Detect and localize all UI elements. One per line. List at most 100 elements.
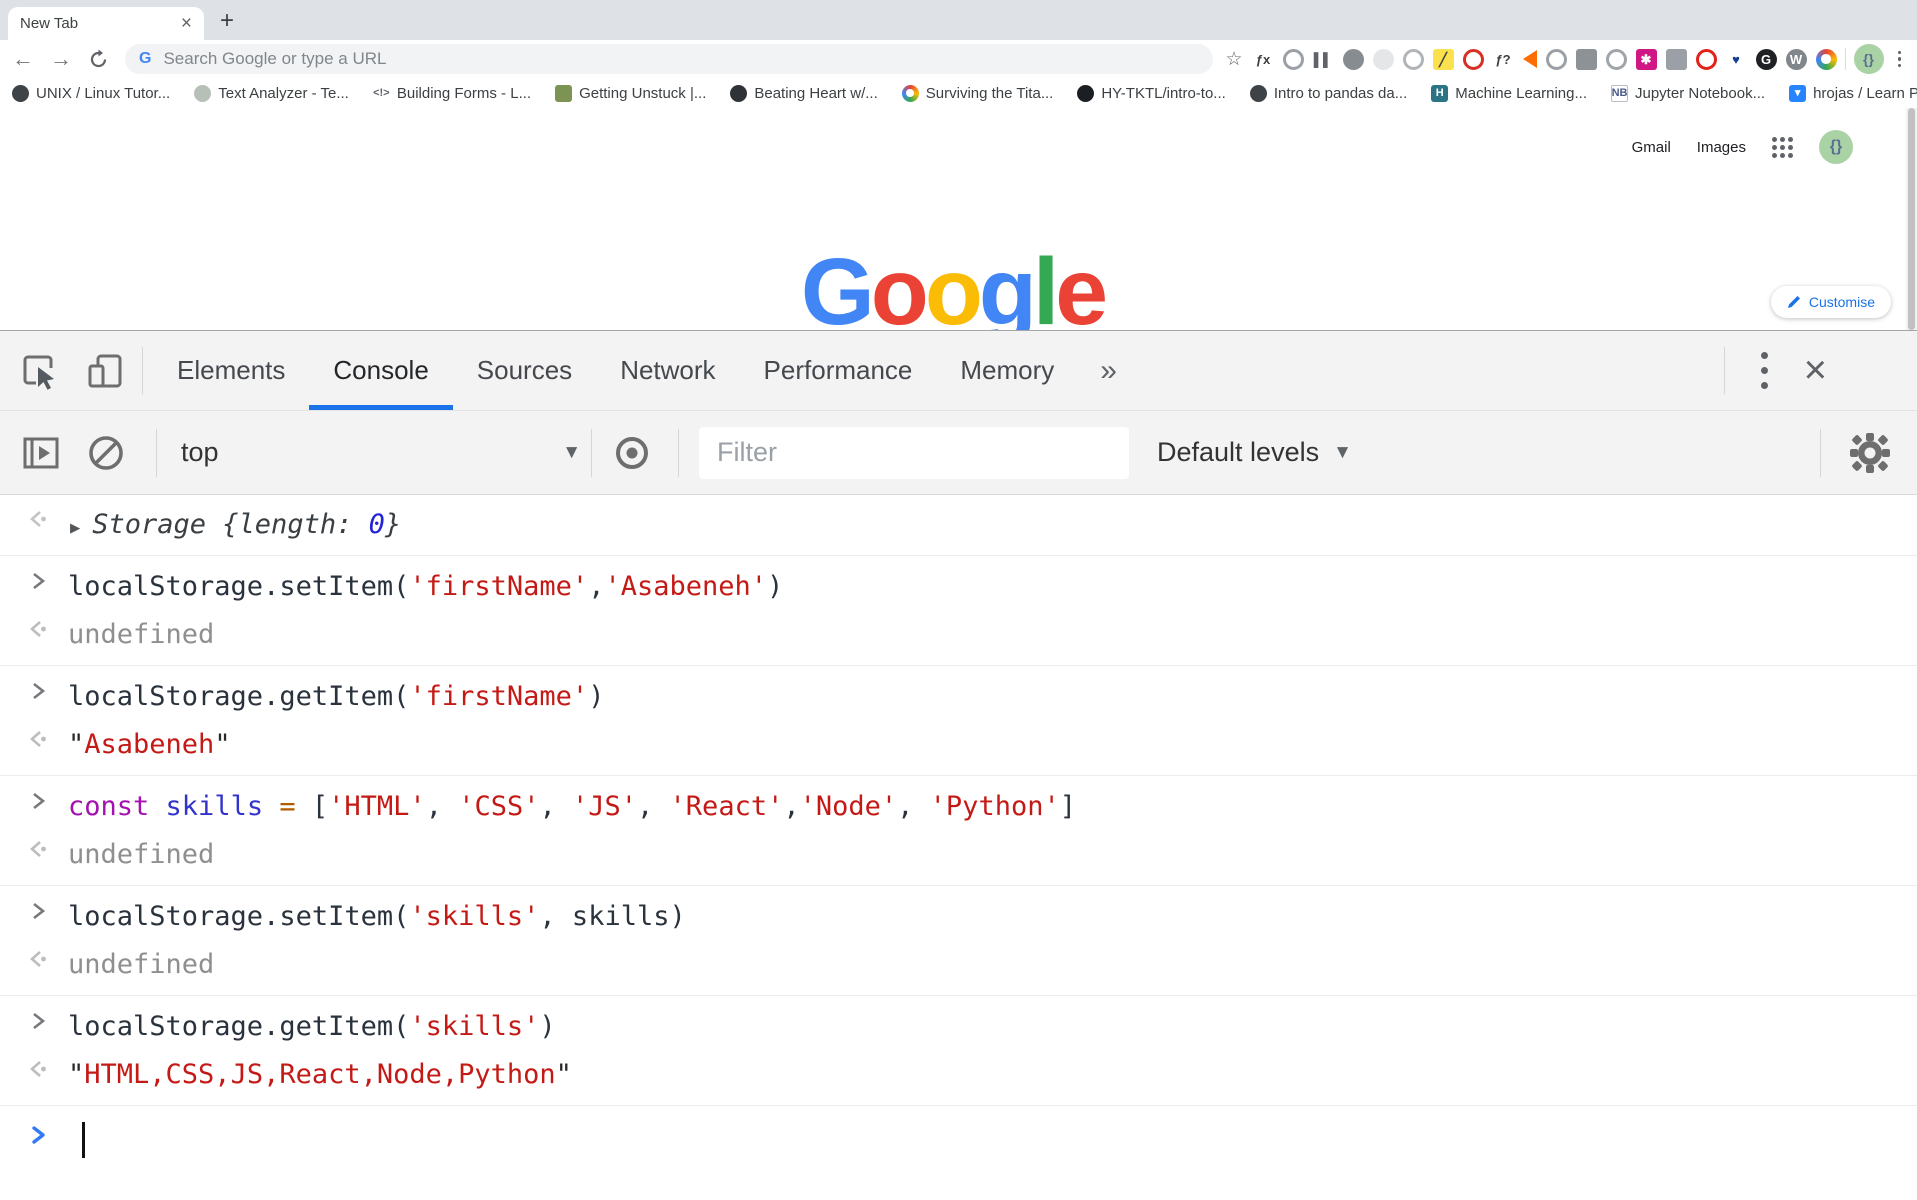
console-token: localStorage.setItem(	[68, 571, 409, 602]
console-row-text: localStorage.setItem('firstName','Asaben…	[68, 569, 783, 605]
reload-icon[interactable]	[88, 49, 109, 70]
devtools-tab-console[interactable]: Console	[309, 331, 452, 410]
bookmark-item[interactable]: Getting Unstuck |...	[555, 85, 706, 102]
bookmark-star-icon[interactable]: ☆	[1225, 48, 1242, 71]
console-row-result[interactable]: "HTML,CSS,JS,React,Node,Python"	[0, 1057, 1917, 1106]
google-logo: Google	[0, 238, 1905, 330]
clear-console-icon[interactable]	[84, 431, 128, 475]
extension-icon[interactable]	[1463, 49, 1484, 70]
inspect-element-icon[interactable]	[18, 349, 62, 393]
console-token: Storage {length:	[92, 509, 368, 540]
extension-icon[interactable]	[1343, 49, 1364, 70]
extension-icon[interactable]: ▌▌	[1313, 49, 1334, 70]
extension-icon[interactable]	[1403, 49, 1424, 70]
extension-icon[interactable]	[1523, 50, 1537, 68]
google-apps-icon[interactable]	[1772, 137, 1793, 158]
extension-icon[interactable]: ✱	[1636, 49, 1657, 70]
console-row-text: localStorage.getItem('skills')	[68, 1009, 556, 1045]
devtools-tab-memory[interactable]: Memory	[936, 331, 1078, 410]
extension-icon[interactable]	[1546, 49, 1567, 70]
back-icon[interactable]: ←	[12, 46, 34, 72]
console-token: )	[539, 1011, 555, 1042]
bookmark-item[interactable]: UNIX / Linux Tutor...	[12, 85, 170, 102]
extension-icon[interactable]	[1283, 49, 1304, 70]
console-token: 0	[369, 509, 385, 540]
console-row-result[interactable]: "Asabeneh"	[0, 727, 1917, 776]
extension-icon[interactable]	[1696, 49, 1717, 70]
new-tab-button[interactable]: +	[220, 7, 234, 35]
bookmark-item[interactable]: HMachine Learning...	[1431, 85, 1587, 102]
bookmark-item[interactable]: Surviving the Tita...	[902, 85, 1054, 102]
bookmark-item[interactable]: <!>Building Forms - L...	[373, 85, 531, 102]
console-token: undefined	[68, 839, 214, 870]
console-sidebar-icon[interactable]	[20, 432, 62, 474]
console-row-input[interactable]: const skills = ['HTML', 'CSS', 'JS', 'Re…	[0, 776, 1917, 837]
bookmark-label: HY-TKTL/intro-to...	[1101, 85, 1225, 102]
console-input-icon	[16, 569, 60, 593]
extension-icon[interactable]	[1816, 49, 1837, 70]
console-token: }	[385, 509, 401, 540]
console-row-result[interactable]: undefined	[0, 617, 1917, 666]
console-row-input[interactable]: localStorage.getItem('skills')	[0, 996, 1917, 1057]
devtools-menu-icon[interactable]	[1735, 331, 1794, 410]
eye-icon[interactable]	[610, 431, 654, 475]
bookmark-item[interactable]: Intro to pandas da...	[1250, 85, 1407, 102]
console-row-text: localStorage.setItem('skills', skills)	[68, 899, 686, 935]
extension-icon[interactable]	[1373, 49, 1394, 70]
tab-close-icon[interactable]: ×	[181, 14, 192, 33]
extension-icon[interactable]: ƒx	[1253, 49, 1274, 70]
console-row-input[interactable]: localStorage.getItem('firstName')	[0, 666, 1917, 727]
browser-menu-icon[interactable]	[1894, 47, 1906, 72]
bookmark-item[interactable]: Beating Heart w/...	[730, 85, 877, 102]
extension-icon[interactable]: ╱	[1433, 49, 1454, 70]
extension-icon[interactable]: W	[1786, 49, 1807, 70]
devtools-close-icon[interactable]: ×	[1794, 331, 1837, 410]
device-toolbar-icon[interactable]	[84, 350, 126, 392]
expand-triangle-icon[interactable]: ▶	[70, 518, 80, 538]
console-token: 'Python'	[930, 791, 1060, 822]
extension-icon[interactable]	[1606, 49, 1627, 70]
gmail-link[interactable]: Gmail	[1632, 139, 1671, 156]
extension-icon[interactable]	[1576, 49, 1597, 70]
forward-icon[interactable]: →	[50, 46, 72, 72]
console-token: HTML,CSS,JS,React,Node,Python	[84, 1059, 555, 1090]
log-levels-select[interactable]: Default levels ▼	[1157, 437, 1352, 468]
devtools-panel: ElementsConsoleSourcesNetworkPerformance…	[0, 330, 1917, 1200]
console-row-prompt[interactable]	[0, 1106, 1917, 1158]
devtools-tab-elements[interactable]: Elements	[153, 331, 309, 410]
console-filter-input[interactable]	[699, 427, 1129, 479]
extension-icon[interactable]: ♥	[1726, 49, 1747, 70]
devtools-tab-performance[interactable]: Performance	[740, 331, 937, 410]
omnibox-input[interactable]	[163, 49, 763, 69]
profile-avatar[interactable]: {}	[1854, 44, 1884, 74]
console-token: "	[68, 729, 84, 760]
bookmark-item[interactable]: NBJupyter Notebook...	[1611, 85, 1765, 102]
bookmark-item[interactable]: Text Analyzer - Te...	[194, 85, 349, 102]
browser-tab[interactable]: New Tab ×	[8, 7, 204, 40]
console-row-result[interactable]: undefined	[0, 947, 1917, 996]
console-row-result[interactable]: undefined	[0, 837, 1917, 886]
extension-icon[interactable]: ƒ?	[1493, 49, 1514, 70]
console-row-input[interactable]: localStorage.setItem('skills', skills)	[0, 886, 1917, 947]
extension-icon[interactable]: G	[1756, 49, 1777, 70]
console-row-preview[interactable]: ▶ Storage {length: 0}	[0, 495, 1917, 556]
console-result-icon	[16, 727, 60, 751]
devtools-tabs-overflow-icon[interactable]: »	[1078, 331, 1139, 410]
console-row-input[interactable]: localStorage.setItem('firstName','Asaben…	[0, 556, 1917, 617]
page-scrollbar[interactable]	[1906, 108, 1917, 330]
address-bar[interactable]: G	[125, 44, 1213, 74]
console-log-area[interactable]: ▶ Storage {length: 0} localStorage.setItem…	[0, 495, 1917, 1200]
console-token: 'firstName'	[409, 681, 588, 712]
frame-context-select[interactable]: top ▼	[181, 437, 581, 468]
settings-gear-icon[interactable]	[1847, 430, 1893, 476]
google-account-avatar[interactable]: {}	[1819, 130, 1853, 164]
bookmark-item[interactable]: ▾hrojas / Learn Pan...	[1789, 85, 1917, 102]
customise-button[interactable]: Customise	[1771, 286, 1891, 318]
images-link[interactable]: Images	[1697, 139, 1746, 156]
browser-toolbar: ← → G ☆ ƒx▌▌╱ƒ?✱♥GW {}	[0, 40, 1917, 78]
devtools-tab-sources[interactable]: Sources	[453, 331, 596, 410]
devtools-tab-network[interactable]: Network	[596, 331, 739, 410]
bookmark-item[interactable]: HY-TKTL/intro-to...	[1077, 85, 1225, 102]
extension-icon[interactable]	[1666, 49, 1687, 70]
bookmark-label: Surviving the Tita...	[926, 85, 1054, 102]
